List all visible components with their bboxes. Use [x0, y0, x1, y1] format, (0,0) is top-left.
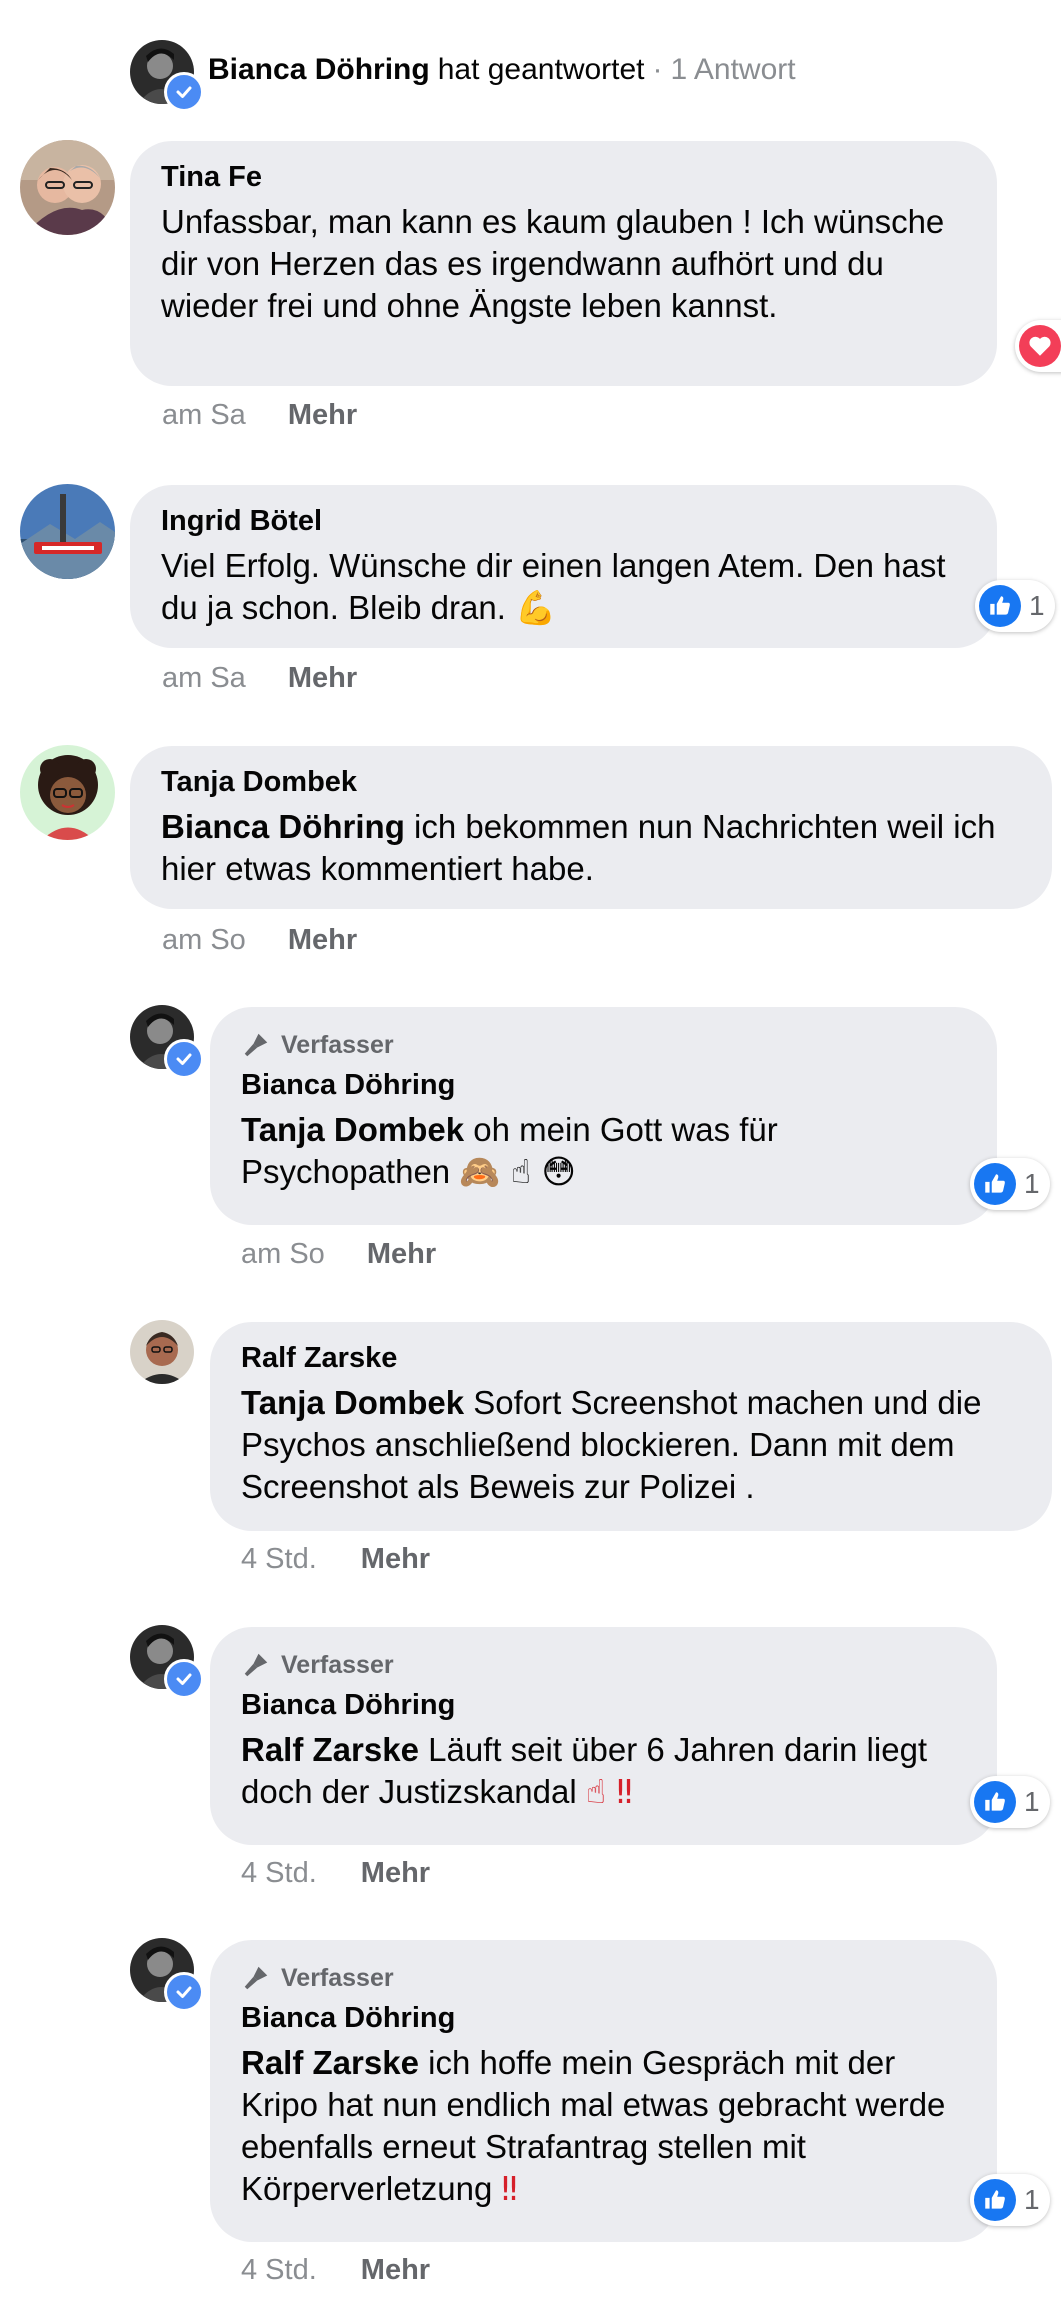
- comment-bubble[interactable]: Ingrid Bötel Viel Erfolg. Wünsche dir ei…: [130, 485, 997, 648]
- double-exclamation-icon: ‼: [501, 2169, 518, 2208]
- comment-time[interactable]: am So: [162, 924, 246, 957]
- microphone-icon: [244, 1033, 268, 1057]
- reaction-pill[interactable]: 1: [975, 580, 1055, 632]
- more-button[interactable]: Mehr: [361, 1543, 430, 1576]
- like-icon: [974, 2179, 1016, 2221]
- comment-text-wrapper: Ralf Zarske Läuft seit über 6 Jahren dar…: [241, 1729, 969, 1813]
- mention-link[interactable]: Bianca Döhring: [161, 808, 405, 845]
- like-icon: [979, 585, 1021, 627]
- comment-author[interactable]: Tina Fe: [161, 159, 969, 195]
- comment-time[interactable]: am Sa: [162, 399, 246, 432]
- more-button[interactable]: Mehr: [288, 924, 357, 957]
- more-button[interactable]: Mehr: [367, 1238, 436, 1271]
- muscle-emoji: 💪: [515, 588, 557, 627]
- thread-header-reply-count[interactable]: 1 Antwort: [671, 53, 796, 87]
- comment-meta: 4 Std. Mehr: [241, 1853, 430, 1893]
- comment-author[interactable]: Tanja Dombek: [161, 764, 1024, 800]
- comment-bubble[interactable]: Tina Fe Unfassbar, man kann es kaum glau…: [130, 141, 997, 386]
- comment-time[interactable]: am Sa: [162, 662, 246, 695]
- comment-author[interactable]: Ingrid Bötel: [161, 503, 969, 539]
- tanja-dombek-avatar[interactable]: [20, 745, 115, 840]
- microphone-icon: [244, 1966, 268, 1990]
- verified-icon: [164, 72, 204, 112]
- comment-text-wrapper: Bianca Döhring ich bekommen nun Nachrich…: [161, 806, 1024, 890]
- comment-author[interactable]: Bianca Döhring: [241, 1067, 969, 1103]
- mention-link[interactable]: Ralf Zarske: [241, 1731, 419, 1768]
- reply-bubble[interactable]: Verfasser Bianca Döhring Ralf Zarske ich…: [210, 1940, 997, 2242]
- comment-meta: am So Mehr: [162, 920, 357, 960]
- thread-header-action: hat geantwortet: [437, 53, 645, 86]
- author-badge: Verfasser: [241, 1027, 969, 1063]
- verified-icon: [164, 1972, 204, 2012]
- author-badge-label: Verfasser: [281, 1650, 394, 1679]
- reaction-count: 1: [1024, 1168, 1040, 1199]
- comment-time[interactable]: 4 Std.: [241, 1857, 317, 1890]
- comment-text: Unfassbar, man kann es kaum glauben ! Ic…: [161, 203, 945, 324]
- more-button[interactable]: Mehr: [288, 399, 357, 432]
- reaction-pill[interactable]: 1: [1015, 320, 1061, 372]
- comment-author[interactable]: Ralf Zarske: [241, 1340, 1024, 1376]
- reaction-count: 1: [1024, 1786, 1040, 1817]
- reaction-count: 1: [1024, 2184, 1040, 2215]
- like-icon: [974, 1163, 1016, 1205]
- reply-bubble[interactable]: Verfasser Bianca Döhring Ralf Zarske Läu…: [210, 1627, 997, 1845]
- reply-bubble[interactable]: Ralf Zarske Tanja Dombek Sofort Screensh…: [210, 1322, 1052, 1531]
- thread-header-separator: ·: [652, 53, 663, 86]
- verified-icon: [164, 1659, 204, 1699]
- mention-link[interactable]: Tanja Dombek: [241, 1111, 464, 1148]
- emoji-sequence: 🙈 ☝ 😳: [459, 1152, 576, 1191]
- comment-meta: am Sa Mehr: [162, 395, 357, 435]
- comment-text-wrapper: Tanja Dombek oh mein Gott was für Psycho…: [241, 1109, 969, 1193]
- comment-author[interactable]: Bianca Döhring: [241, 1687, 969, 1723]
- verified-icon: [164, 1039, 204, 1079]
- more-button[interactable]: Mehr: [288, 662, 357, 695]
- like-icon: [974, 1781, 1016, 1823]
- mention-link[interactable]: Tanja Dombek: [241, 1384, 464, 1421]
- mention-link[interactable]: Ralf Zarske: [241, 2044, 419, 2081]
- comment-author[interactable]: Bianca Döhring: [241, 2000, 969, 2036]
- emoji-sequence: ☝ ‼: [585, 1772, 633, 1811]
- reaction-pill[interactable]: 1: [970, 1776, 1050, 1828]
- comment-time[interactable]: am So: [241, 1238, 325, 1271]
- comment-meta: am So Mehr: [241, 1234, 436, 1274]
- author-badge-label: Verfasser: [281, 1963, 394, 1992]
- comment-text-wrapper: Ralf Zarske ich hoffe mein Gespräch mit …: [241, 2042, 969, 2210]
- comment-text-wrapper: Viel Erfolg. Wünsche dir einen langen At…: [161, 545, 969, 629]
- author-badge-label: Verfasser: [281, 1030, 394, 1059]
- author-badge: Verfasser: [241, 1960, 969, 1996]
- comment-time[interactable]: 4 Std.: [241, 1543, 317, 1576]
- ralf-zarske-avatar[interactable]: [130, 1320, 194, 1384]
- tina-fe-avatar[interactable]: [20, 140, 115, 235]
- reply-bubble[interactable]: Verfasser Bianca Döhring Tanja Dombek oh…: [210, 1007, 997, 1225]
- reaction-pill[interactable]: 1: [970, 2174, 1050, 2226]
- thread-header[interactable]: Bianca Döhring hat geantwortet · 1 Antwo…: [208, 50, 796, 90]
- reaction-pill[interactable]: 1: [970, 1158, 1050, 1210]
- comment-meta: am Sa Mehr: [162, 658, 357, 698]
- author-badge: Verfasser: [241, 1647, 969, 1683]
- ingrid-boetel-avatar[interactable]: [20, 484, 115, 579]
- comment-meta: 4 Std. Mehr: [241, 2250, 430, 2290]
- comment-time[interactable]: 4 Std.: [241, 2254, 317, 2287]
- thread-header-name[interactable]: Bianca Döhring: [208, 53, 430, 87]
- more-button[interactable]: Mehr: [361, 1857, 430, 1890]
- microphone-icon: [244, 1653, 268, 1677]
- reaction-count: 1: [1029, 590, 1045, 621]
- more-button[interactable]: Mehr: [361, 2254, 430, 2287]
- love-icon: [1019, 325, 1061, 367]
- comment-text-wrapper: Tanja Dombek Sofort Screenshot machen un…: [241, 1382, 1024, 1508]
- comment-bubble[interactable]: Tanja Dombek Bianca Döhring ich bekommen…: [130, 746, 1052, 909]
- comment-meta: 4 Std. Mehr: [241, 1539, 430, 1579]
